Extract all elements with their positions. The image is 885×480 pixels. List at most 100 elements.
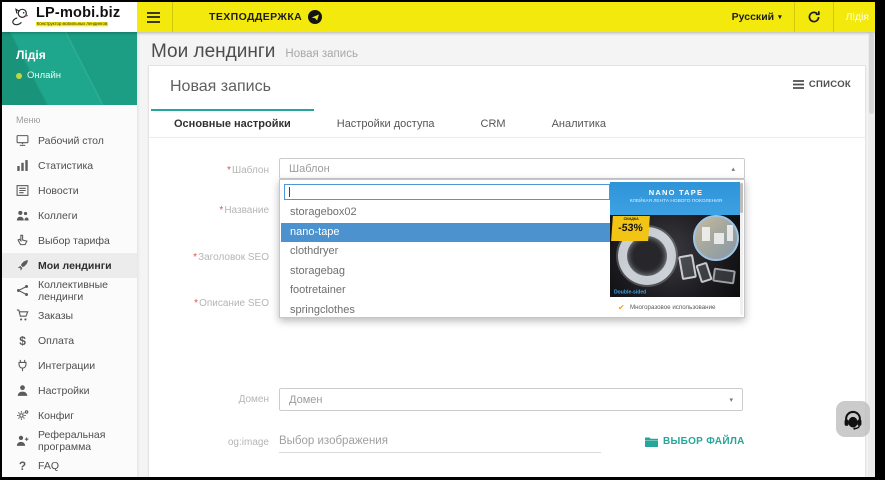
- brand-logo[interactable]: LP-mobi.biz Конструктор мобильных лендин…: [2, 2, 137, 32]
- tab-основные-настройки[interactable]: Основные настройки: [151, 109, 314, 137]
- folder-icon: [645, 437, 658, 447]
- screenshot-frame: LP-mobi.biz Конструктор мобильных лендин…: [0, 0, 885, 480]
- svg-text:$: $: [19, 334, 26, 347]
- template-preview: NANO TAPE КЛЕЙКАЯ ЛЕНТА НОВОГО ПОКОЛЕНИЯ…: [610, 182, 742, 317]
- sidebar-item-integrations[interactable]: Интеграции: [2, 353, 137, 378]
- sidebar-item-label: Заказы: [38, 309, 74, 322]
- preview-title: NANO TAPE: [648, 188, 704, 197]
- sidebar-item-label: Мои лендинги: [38, 259, 112, 272]
- check-icon: ✔: [618, 302, 625, 312]
- label-seo-title: *Заголовок SEO: [193, 252, 269, 263]
- label-seo-description: *Описание SEO: [194, 298, 269, 309]
- sidebar-item-orders[interactable]: Заказы: [2, 303, 137, 328]
- dropdown-option-nano-tape[interactable]: nano-tape: [281, 222, 610, 242]
- template-dropdown: storagebox02 nano-tape clothdryer storageba…: [279, 179, 745, 318]
- brand-subtitle: Конструктор мобильных лендингов: [36, 21, 108, 27]
- breadcrumb: Новая запись: [285, 48, 358, 60]
- list-button[interactable]: СПИСОК: [792, 79, 851, 90]
- page-title: Мои лендинги: [151, 41, 276, 62]
- support-chat-widget[interactable]: [836, 401, 870, 437]
- dropdown-option-springclothes[interactable]: springclothes: [281, 301, 610, 317]
- sidebar-item-colleagues[interactable]: Коллеги: [2, 203, 137, 228]
- discount-badge: СКИДКА -53%: [611, 216, 650, 241]
- page-header: Мои лендинги Новая запись: [151, 41, 358, 63]
- topbar-divider: [832, 2, 834, 32]
- preview-header: NANO TAPE КЛЕЙКАЯ ЛЕНТА НОВОГО ПОКОЛЕНИЯ: [610, 182, 742, 215]
- card-title: Новая запись: [170, 78, 271, 95]
- telegram-icon: [308, 10, 323, 24]
- hand-pointer-icon: [16, 234, 29, 247]
- list-button-label: СПИСОК: [808, 79, 851, 90]
- app-window: LP-mobi.biz Конструктор мобильных лендин…: [2, 2, 875, 477]
- question-icon: ?: [16, 459, 29, 472]
- person-icon: [16, 384, 29, 397]
- rocket-icon: [16, 259, 29, 272]
- sidebar-item-my-landings[interactable]: Мои лендинги: [2, 253, 137, 278]
- sidebar-item-label: Новости: [38, 184, 79, 197]
- share-icon: [16, 284, 29, 297]
- sidebar-item-news[interactable]: Новости: [2, 178, 137, 203]
- sidebar-user-panel: Лідія Онлайн: [2, 32, 137, 105]
- tape-strip-graphic: [695, 261, 713, 284]
- topbar-username[interactable]: Лідія: [846, 11, 869, 23]
- plug-icon: [16, 359, 29, 372]
- tab-crm[interactable]: CRM: [458, 109, 529, 137]
- menu-section-label: Меню: [16, 115, 41, 125]
- tab-strip: Основные настройки Настройки доступа CRM Ан…: [149, 109, 865, 138]
- page-scrollbar-thumb[interactable]: [869, 34, 874, 114]
- og-image-input[interactable]: [279, 429, 601, 453]
- language-selector[interactable]: Русский ▾: [732, 11, 782, 23]
- sidebar-user-status: Онлайн: [16, 70, 137, 81]
- news-icon: [16, 184, 29, 197]
- sidebar-item-label: FAQ: [38, 459, 60, 472]
- dropdown-scrollbar-thumb[interactable]: [739, 183, 743, 213]
- preview-watermark: Double-sided: [614, 289, 647, 295]
- tab-аналитика[interactable]: Аналитика: [529, 109, 629, 137]
- language-label: Русский: [731, 11, 775, 23]
- main-content: Мои лендинги Новая запись Новая запись С…: [137, 32, 875, 477]
- topbar-divider: [793, 2, 795, 32]
- chevron-down-icon: ▾: [778, 14, 782, 21]
- dropdown-option-footretainer[interactable]: footretainer: [281, 281, 610, 301]
- preview-inset-photo: [693, 215, 739, 261]
- template-search-input[interactable]: [284, 184, 610, 200]
- domain-select-placeholder: Домен: [289, 393, 323, 406]
- tab-настройки-доступа[interactable]: Настройки доступа: [314, 109, 458, 137]
- template-select[interactable]: Шаблон ▴: [279, 158, 745, 179]
- sidebar-item-settings[interactable]: Настройки: [2, 378, 137, 403]
- preview-subtitle: КЛЕЙКАЯ ЛЕНТА НОВОГО ПОКОЛЕНИЯ: [629, 199, 723, 204]
- sidebar-item-dashboard[interactable]: Рабочий стол: [2, 128, 137, 153]
- dropdown-option-storagebag[interactable]: storagebag: [281, 262, 610, 282]
- choose-file-button[interactable]: ВЫБОР ФАЙЛА: [645, 436, 745, 447]
- sidebar-item-config[interactable]: Конфиг: [2, 403, 137, 428]
- dropdown-option-clothdryer[interactable]: clothdryer: [281, 242, 610, 262]
- sidebar-item-label: Оплата: [38, 334, 75, 347]
- cart-icon: [16, 309, 29, 322]
- dropdown-option-storagebox02[interactable]: storagebox02: [281, 203, 610, 223]
- sidebar-item-referral[interactable]: Реферальная программа: [2, 428, 137, 453]
- sidebar-item-faq[interactable]: ? FAQ: [2, 453, 137, 477]
- sidebar-item-payment[interactable]: $ Оплата: [2, 328, 137, 353]
- preview-feature-row: ✔ Многоразовое использование: [610, 297, 742, 317]
- label-og-image: og:image: [227, 437, 269, 448]
- dog-logo-icon: [12, 8, 28, 26]
- text-cursor: [289, 187, 290, 197]
- domain-select[interactable]: Домен ▾: [279, 388, 743, 411]
- sidebar-item-collective-landings[interactable]: Коллективные лендинги: [2, 278, 137, 303]
- caret-down-icon: ▾: [729, 396, 733, 404]
- tape-strip-graphic: [678, 253, 697, 281]
- new-record-card: Новая запись СПИСОК Основные настройки На…: [148, 65, 866, 477]
- hamburger-menu-icon[interactable]: [147, 11, 160, 23]
- sidebar-item-tariff[interactable]: Выбор тарифа: [2, 228, 137, 253]
- sidebar-user-name: Лідія: [16, 48, 46, 62]
- headset-icon: [844, 410, 862, 430]
- refresh-icon[interactable]: [807, 10, 821, 24]
- topbar: LP-mobi.biz Конструктор мобильных лендин…: [2, 2, 875, 32]
- sidebar-item-label: Интеграции: [38, 359, 96, 372]
- svg-text:?: ?: [19, 459, 26, 472]
- topbar-divider: [172, 2, 173, 32]
- sidebar: Лідія Онлайн Меню Рабочий стол Статистика…: [2, 32, 137, 477]
- sidebar-item-statistics[interactable]: Статистика: [2, 153, 137, 178]
- sidebar-item-label: Выбор тарифа: [38, 234, 110, 247]
- support-link[interactable]: ТЕХПОДДЕРЖКА: [209, 10, 323, 24]
